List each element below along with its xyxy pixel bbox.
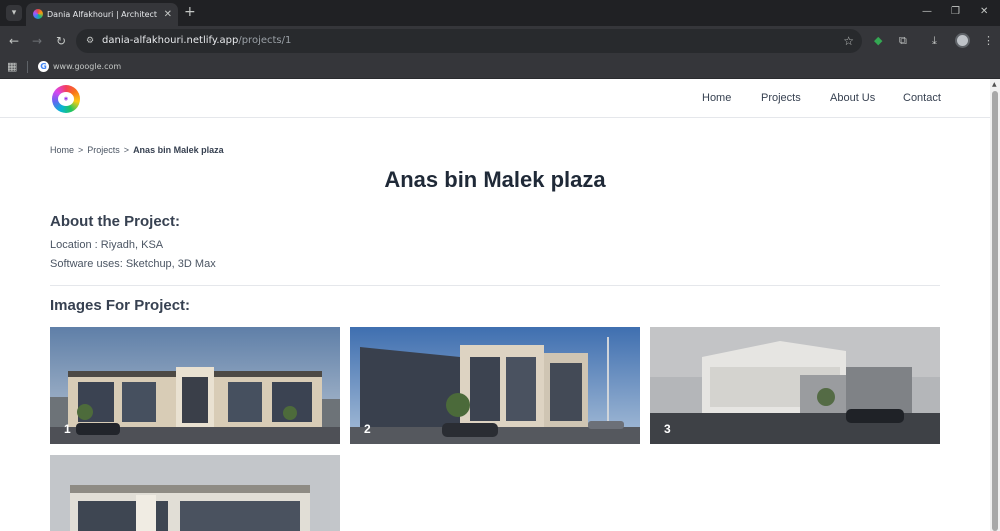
gallery-image-number: 3 [664,422,671,436]
render-image [50,327,340,444]
breadcrumb-projects[interactable]: Projects [87,145,120,155]
images-heading: Images For Project: [50,297,191,314]
section-divider [50,285,940,286]
extension-icon[interactable]: ◆ [874,33,882,49]
url-text[interactable]: dania-alfakhouri.netlify.app/projects/1 [102,34,291,48]
site-info-icon[interactable]: ⚙ [84,35,96,47]
browser-tab-active[interactable]: Dania Alfakhouri | Architect & I ✕ [26,3,178,26]
address-bar[interactable]: ⚙ dania-alfakhouri.netlify.app/projects/… [76,29,862,53]
tab-search-icon[interactable]: ▾ [6,5,22,21]
project-software: Software uses: Sketchup, 3D Max [50,258,216,270]
new-tab-icon[interactable]: + [184,4,196,20]
back-icon[interactable]: ← [9,33,19,49]
page-title: Anas bin Malek plaza [384,167,606,192]
bookmark-star-icon[interactable]: ☆ [843,33,854,49]
scroll-up-icon[interactable]: ▲ [992,81,997,89]
breadcrumb-home[interactable]: Home [50,145,74,155]
project-location: Location : Riyadh, KSA [50,239,164,251]
browser-tab-strip: ▾ Dania Alfakhouri | Architect & I ✕ + —… [0,0,1000,26]
restore-icon[interactable]: ❐ [951,5,960,19]
gallery-image-4[interactable]: 4 [50,455,340,531]
render-image [650,327,940,444]
forward-icon[interactable]: → [32,33,42,49]
nav-home[interactable]: Home [702,91,731,105]
bookmarks-bar: ▦ G www.google.com [0,56,1000,79]
more-menu-icon[interactable]: ⋮ [983,33,994,49]
tab-title: Dania Alfakhouri | Architect & I [47,10,157,19]
tab-close-icon[interactable]: ✕ [164,8,172,21]
breadcrumb: Home > Projects > Anas bin Malek plaza [50,144,224,156]
browser-toolbar: ← → ↻ ⚙ dania-alfakhouri.netlify.app/pro… [0,26,1000,56]
gallery-image-number: 2 [364,422,371,436]
apps-grid-icon[interactable]: ▦ [7,60,17,74]
site-header: ◉ Home Projects About Us Contact [0,79,990,118]
gallery-image-number: 1 [64,422,71,436]
logo-mark-icon: ◉ [58,92,74,106]
site-logo[interactable]: ◉ [52,85,80,113]
google-favicon-icon: G [38,61,49,72]
about-heading: About the Project: [50,213,180,230]
page-scrollbar[interactable]: ▲ [990,79,1000,531]
scrollbar-thumb[interactable] [992,91,998,531]
close-window-icon[interactable]: ✕ [980,5,988,19]
nav-about-us[interactable]: About Us [830,91,875,105]
render-image [50,455,340,531]
nav-contact[interactable]: Contact [903,91,941,105]
gallery-image-2[interactable]: 2 [350,327,640,444]
page-viewport: ◉ Home Projects About Us Contact Home > Pr… [0,79,1000,531]
breadcrumb-current: Anas bin Malek plaza [133,145,224,155]
gallery-image-3[interactable]: 3 [650,327,940,444]
site-favicon-icon [33,9,43,19]
bookmark-google[interactable]: www.google.com [53,60,121,73]
render-image [350,327,640,444]
reload-icon[interactable]: ↻ [56,33,66,49]
extensions-puzzle-icon[interactable]: ⧉ [899,33,907,49]
bookmarks-divider [27,61,28,73]
breadcrumb-separator: > [123,145,130,155]
profile-avatar-icon[interactable] [955,33,970,48]
minimize-icon[interactable]: — [922,5,932,19]
breadcrumb-separator: > [78,145,84,155]
gallery-image-1[interactable]: 1 [50,327,340,444]
download-icon[interactable]: ⤓ [932,33,937,49]
nav-projects[interactable]: Projects [761,91,801,105]
